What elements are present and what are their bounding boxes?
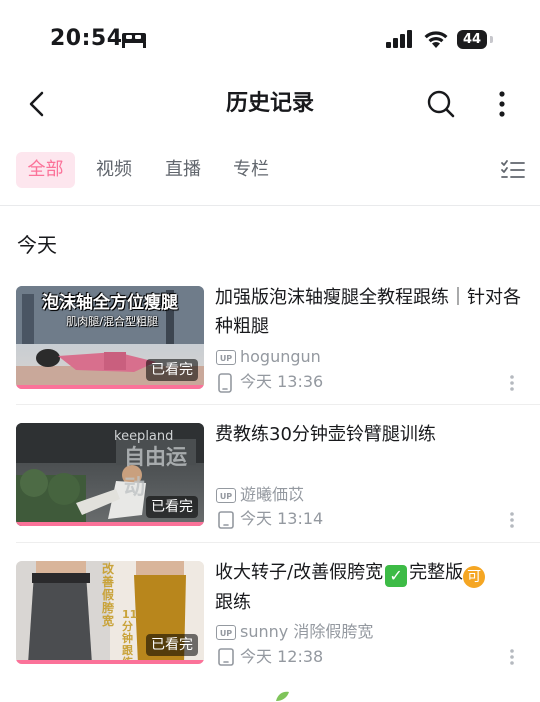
thumbnail-subcaption: 11分钟跟练 [122, 608, 138, 665]
tab-all[interactable]: 全部 [16, 152, 75, 188]
page-title: 历史记录 [225, 91, 314, 116]
item-more-icon[interactable] [508, 511, 516, 529]
item-more-icon[interactable] [508, 648, 516, 666]
history-item[interactable]: 泡沫轴全方位瘦腿 肌肉腿/混合型粗腿 已看完 加强版泡沫轴瘦腿全教程跟练｜针对各… [0, 286, 540, 416]
tablet-icon [218, 511, 234, 529]
tab-live[interactable]: 直播 [156, 152, 210, 188]
signal-icon [386, 30, 412, 48]
uploader-name[interactable]: hogungun [240, 346, 321, 368]
up-badge-icon: UP [216, 350, 236, 365]
video-title[interactable]: 加强版泡沫轴瘦腿全教程跟练｜针对各种粗腿 [215, 283, 530, 341]
history-item[interactable]: 改善假胯宽 11分钟跟练 已看完 收大转子/改善假胯宽✓完整版可跟练 UP su… [0, 561, 540, 691]
progress-bar [16, 385, 204, 389]
status-bar: 20:54 44 [0, 0, 540, 80]
title-text: 跟练 [215, 592, 251, 613]
thumbnail-caption: 改善假胯宽 [102, 562, 115, 628]
up-badge-icon: UP [216, 625, 236, 640]
row-divider [16, 542, 540, 543]
watch-time: 今天 13:14 [240, 509, 324, 528]
search-icon[interactable] [426, 89, 456, 119]
row-divider [16, 404, 540, 405]
title-text: 完整版 [409, 562, 464, 583]
ke-emoji-icon: 可 [463, 566, 486, 588]
progress-bar [16, 522, 204, 526]
watched-badge: 已看完 [146, 496, 198, 518]
watched-badge: 已看完 [146, 634, 198, 656]
watched-badge: 已看完 [146, 359, 198, 381]
status-time: 20:54 [50, 26, 123, 51]
section-heading-today: 今天 [17, 233, 57, 257]
up-badge-icon: UP [216, 488, 236, 503]
check-mark-icon: ✓ [385, 565, 408, 587]
uploader-name[interactable]: 遊曦価苡 [240, 484, 304, 506]
uploader-name[interactable]: sunny 消除假胯宽 [240, 621, 373, 643]
video-title[interactable]: 费教练30分钟壶铃臂腿训练 [215, 420, 530, 449]
video-title[interactable]: 收大转子/改善假胯宽 ✓ 完整版可跟练 [215, 558, 530, 617]
wifi-icon [424, 31, 448, 48]
battery-tip [490, 36, 493, 43]
tablet-icon [218, 648, 234, 666]
video-thumbnail[interactable]: 改善假胯宽 11分钟跟练 已看完 [16, 561, 204, 664]
more-icon[interactable] [492, 91, 512, 117]
bed-icon [122, 33, 146, 48]
phone-icon [218, 373, 232, 393]
thumbnail-caption: 泡沫轴全方位瘦腿 [42, 293, 178, 313]
leaf-icon [276, 691, 289, 701]
title-text: 收大转子/改善假胯宽 [215, 562, 384, 583]
video-thumbnail[interactable]: 泡沫轴全方位瘦腿 肌肉腿/混合型粗腿 已看完 [16, 286, 204, 389]
tab-video[interactable]: 视频 [87, 152, 141, 188]
thumbnail-subcaption: 肌肉腿/混合型粗腿 [66, 315, 158, 328]
battery-indicator: 44 [457, 30, 487, 49]
tabs-divider [0, 205, 540, 206]
watch-time: 今天 12:38 [240, 647, 324, 666]
item-more-icon[interactable] [508, 374, 516, 392]
manage-list-icon[interactable] [500, 159, 526, 181]
tab-column[interactable]: 专栏 [224, 152, 278, 188]
watch-time: 今天 13:36 [240, 372, 324, 391]
battery-level: 44 [462, 32, 482, 47]
history-item[interactable]: keepland 自由运动 已看完 费教练30分钟壶铃臂腿训练 UP 遊曦価苡 … [0, 423, 540, 553]
thumbnail-subcaption: 自由运动 [124, 445, 187, 499]
progress-bar [16, 660, 204, 664]
video-thumbnail[interactable]: keepland 自由运动 已看完 [16, 423, 204, 526]
